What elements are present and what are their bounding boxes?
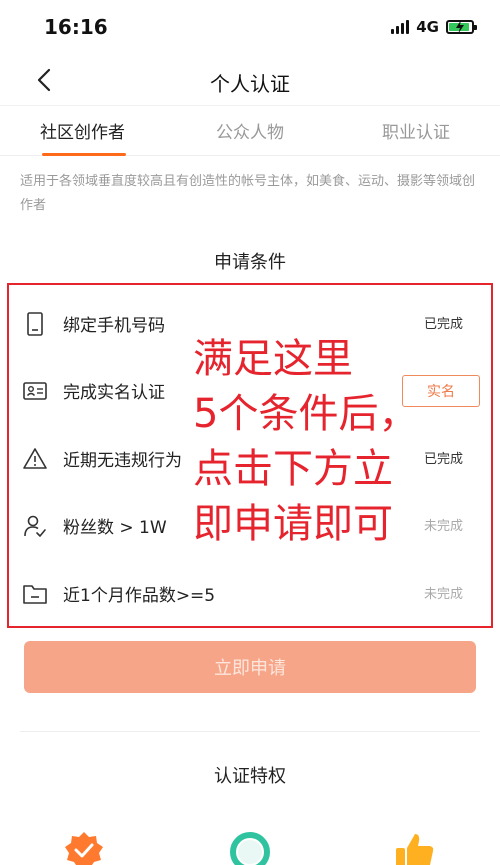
tab-community-creator[interactable]: 社区创作者 <box>40 118 125 143</box>
condition-label: 绑定手机号码 <box>63 316 165 336</box>
ring-icon[interactable] <box>228 830 272 865</box>
page-title: 个人认证 <box>210 72 290 96</box>
warning-icon <box>23 448 47 469</box>
status-bar: 16:16 4G <box>0 0 500 54</box>
divider <box>20 731 480 732</box>
battery-icon <box>446 20 477 34</box>
network-label: 4G <box>416 18 439 36</box>
follower-icon <box>24 515 46 537</box>
annotation-line: 点击下方立 <box>193 446 393 492</box>
annotation-line: 5个条件后， <box>193 391 419 437</box>
status-completed: 已完成 <box>423 317 463 332</box>
id-card-icon <box>23 382 47 400</box>
status-incomplete: 未完成 <box>423 587 463 602</box>
conditions-title: 申请条件 <box>214 252 286 273</box>
tab-underline <box>42 153 126 156</box>
tab-public-figure[interactable]: 公众人物 <box>216 118 284 143</box>
condition-label: 近1个月作品数>=5 <box>63 586 216 606</box>
verified-badge-icon[interactable] <box>62 830 106 865</box>
phone-icon <box>27 312 43 336</box>
nav-bar: 个人认证 <box>0 54 500 106</box>
privileges-title: 认证特权 <box>214 766 286 787</box>
thumbs-up-icon[interactable] <box>392 830 436 865</box>
tab-professional[interactable]: 职业认证 <box>382 118 450 143</box>
status-indicators: 4G <box>391 17 477 37</box>
annotation-line: 满足这里 <box>193 336 353 382</box>
status-time: 16:16 <box>44 15 108 39</box>
condition-label: 完成实名认证 <box>63 383 165 403</box>
condition-works: 近1个月作品数>=5 未完成 <box>9 563 491 623</box>
condition-label: 粉丝数 > 1W <box>63 518 167 538</box>
annotation-note: 满足这里 5个条件后， 点击下方立 即申请即可 <box>193 332 433 552</box>
condition-label: 近期无违规行为 <box>63 451 182 471</box>
description-text: 适用于各领域垂直度较高且有创造性的帐号主体，如美食、运动、摄影等领域创作者 <box>20 174 476 213</box>
apply-button[interactable]: 立即申请 <box>24 641 476 693</box>
folder-icon <box>23 585 47 604</box>
tab-bar: 社区创作者 公众人物 职业认证 <box>0 106 500 156</box>
annotation-line: 即申请即可 <box>193 501 393 547</box>
signal-icon <box>391 20 410 34</box>
